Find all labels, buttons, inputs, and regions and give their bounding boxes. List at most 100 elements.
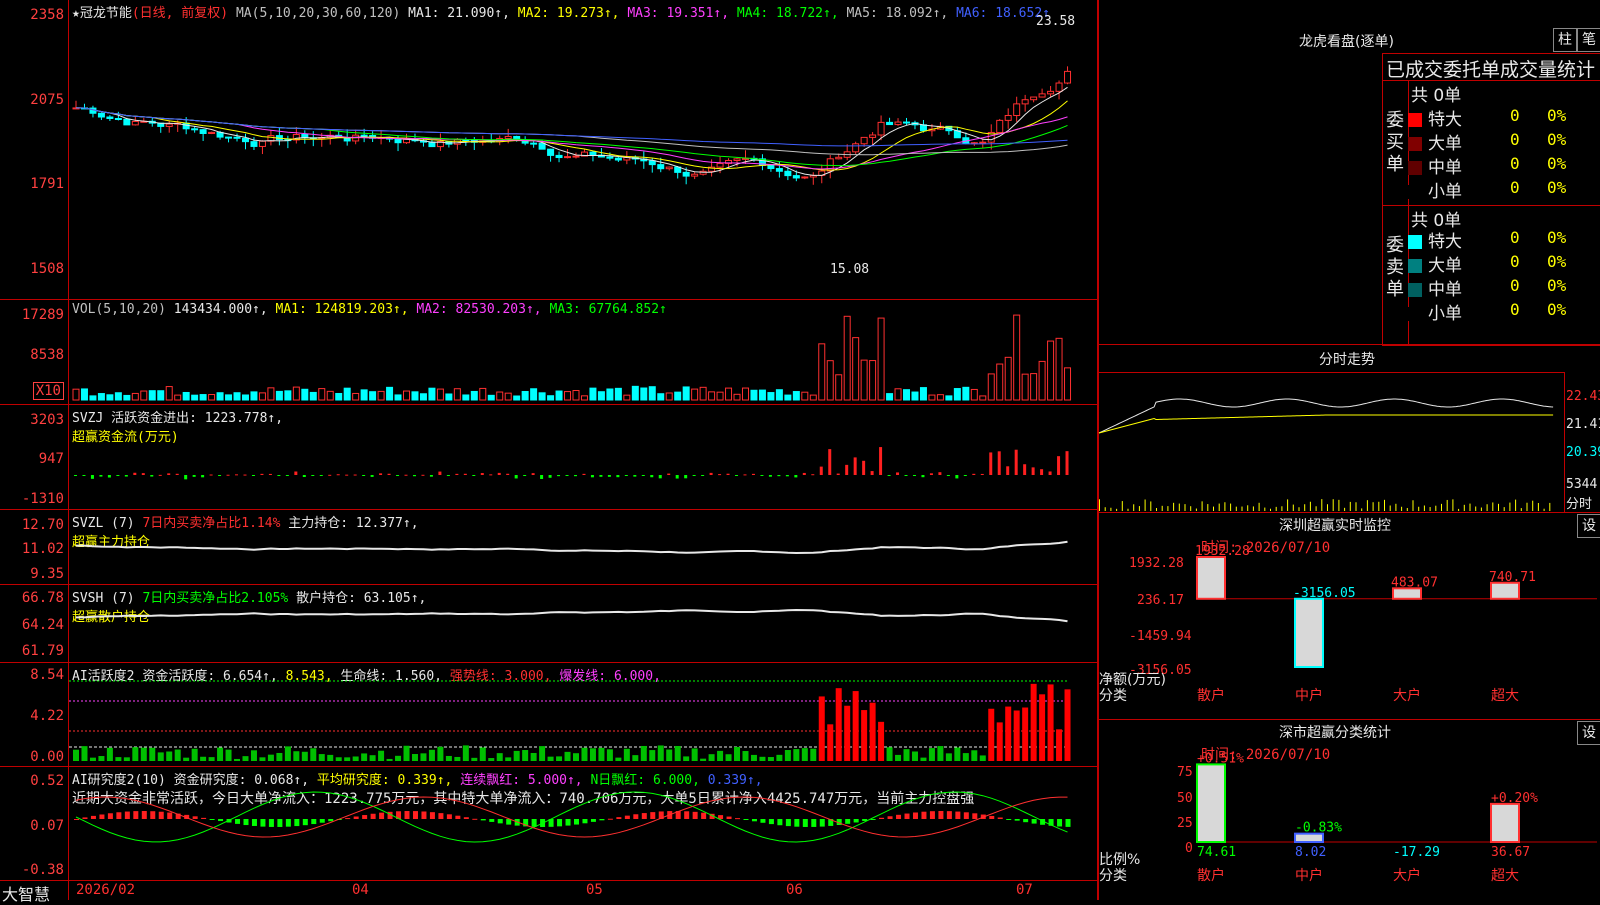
volume-chart[interactable] <box>69 300 1097 404</box>
candle-body <box>835 156 843 160</box>
fund-flow-bar <box>777 475 781 477</box>
ai-active-bar <box>310 748 317 761</box>
order-row-label: 小单 <box>1408 299 1462 324</box>
intraday-volume-bar <box>1287 499 1289 511</box>
ai-research-panel[interactable]: 0.52 0.07 -0.38 AI研究度2(10) 资金研究度: 0.068↑… <box>0 767 1097 881</box>
ai-research-bar <box>582 819 588 824</box>
volume-bar <box>547 395 555 401</box>
candle-body <box>428 141 436 148</box>
ai-research-chart[interactable] <box>69 767 1097 880</box>
sz-monitor-value: 483.07 <box>1391 575 1438 590</box>
ai-active-bar <box>115 757 122 761</box>
brand-label[interactable]: 大智慧 <box>2 881 50 905</box>
ai-research-bar <box>1006 819 1012 820</box>
svzl-panel[interactable]: 12.70 11.02 9.35 SVZL (7) 7日内买卖净占比1.14% … <box>0 510 1097 585</box>
candle-body <box>903 121 911 124</box>
volume-bar <box>580 395 588 401</box>
ai-research-bar <box>201 817 207 819</box>
sz-monitor-panel[interactable]: 深圳超赢实时监控 设 时间: 2026/07/10 1932.28 236.17… <box>1099 512 1600 720</box>
price-y-label: 2358 <box>30 7 64 23</box>
fund-flow-bar <box>972 473 976 475</box>
ai-active-bar <box>1047 684 1054 761</box>
intraday-chart[interactable] <box>1098 373 1564 513</box>
intraday-panel[interactable]: 分时走势 22.43 21.41 20.39 5344 分时 <box>1098 344 1600 513</box>
intraday-volume-bar <box>1401 506 1403 511</box>
volume-bar <box>411 391 419 401</box>
fund-flow-bar <box>158 474 162 476</box>
sz-monitor-value: -3156.05 <box>1293 586 1356 601</box>
order-row-label: 特大 <box>1408 227 1462 252</box>
volume-panel[interactable]: 17289 8538 X10 VOL(5,10,20) 143434.000↑,… <box>0 300 1097 405</box>
x-label: 07 <box>1016 882 1033 898</box>
order-mode-button[interactable]: 笔 <box>1577 28 1600 52</box>
ai-active-bar <box>259 757 266 761</box>
fund-flow-bar <box>531 473 535 475</box>
volume-bar <box>89 395 97 401</box>
volume-bar <box>487 394 495 401</box>
intraday-volume-bar <box>1509 502 1511 511</box>
bar-mode-button[interactable]: 柱 <box>1553 28 1577 52</box>
sz-monitor-chart[interactable]: 1932.28 -3156.05 483.07 740.71 <box>1195 544 1597 687</box>
volume-bar <box>682 386 690 401</box>
candle-body <box>979 141 987 144</box>
ai-research-bar <box>412 811 418 819</box>
svzj-panel[interactable]: 3203 947 -1310 SVZJ 活跃资金进出: 1223.778↑, 超… <box>0 405 1097 510</box>
volume-bar <box>767 392 775 401</box>
fund-flow-chart[interactable] <box>69 405 1097 509</box>
ai-research-bar <box>311 819 317 825</box>
volume-bar <box>894 388 902 401</box>
price-y-label: 1791 <box>30 176 64 192</box>
intraday-volume-bar <box>1395 503 1397 511</box>
ai-research-bar <box>557 819 563 827</box>
fund-flow-bar <box>387 473 391 475</box>
volume-bar <box>979 395 987 401</box>
ai-research-bar <box>302 819 308 826</box>
ai-research-bar <box>489 819 495 822</box>
volume-bar <box>809 394 817 401</box>
volume-bar <box>775 389 783 401</box>
volume-bar <box>843 315 851 401</box>
ai-research-bar <box>1023 819 1029 823</box>
retail-holding-chart[interactable] <box>69 585 1097 662</box>
ai-active-bar <box>920 757 927 761</box>
ai-research-bar <box>624 815 630 819</box>
ai-active-bar <box>657 745 664 761</box>
ai-research-bar <box>938 811 944 819</box>
ai-active-bar <box>1005 706 1012 761</box>
sz-monitor-category: 中户 <box>1295 688 1323 704</box>
volume-bar <box>403 390 411 401</box>
ai-active-bar <box>691 748 698 761</box>
fund-flow-bar <box>658 475 662 479</box>
candle-body <box>716 162 724 168</box>
sz-classify-value: 74.61 <box>1197 845 1236 860</box>
volume-bar <box>699 386 707 401</box>
volume-y-label: 17289 <box>21 307 64 323</box>
volume-bar <box>945 395 953 401</box>
volume-bar <box>123 394 131 401</box>
order-type-label: 中单 <box>1428 158 1462 178</box>
ai-research-bar <box>853 819 859 823</box>
ai-research-bar <box>972 813 978 819</box>
candlestick-chart[interactable] <box>69 0 1097 299</box>
ai-active-panel[interactable]: 8.54 4.22 0.00 AI活跃度2 资金活跃度: 6.654↑, 8.5… <box>0 663 1097 767</box>
fund-flow-bar <box>1048 471 1052 475</box>
ai-active-bar <box>284 746 291 761</box>
ai-active-chart[interactable] <box>69 663 1097 766</box>
sz-monitor-settings-button[interactable]: 设 <box>1577 514 1600 538</box>
intraday-y-label: 20.39 <box>1566 445 1600 460</box>
candle-body <box>114 117 122 120</box>
volume-bar <box>225 394 233 401</box>
volume-bar <box>903 389 911 401</box>
order-count: 0 <box>1510 154 1520 173</box>
ai-active-bar <box>750 754 757 761</box>
sz-classify-chart[interactable]: +0.51% 74.61 -0.83% 8.02 -17.29 +0.20% 36.67 <box>1196 742 1597 862</box>
sz-monitor-y-label: 1932.28 <box>1129 556 1184 571</box>
sz-classify-panel[interactable]: 深市超赢分类统计 设 时间: 2026/07/10 75 50 25 0 比例%… <box>1099 719 1600 901</box>
price-panel[interactable]: 2358 2075 1791 1508 ★冠龙节能(日线, 前复权) MA(5,… <box>0 0 1097 300</box>
sz-monitor-y-label: -1459.94 <box>1129 629 1192 644</box>
candle-body <box>894 121 902 126</box>
candle-body <box>208 131 216 134</box>
main-holding-chart[interactable] <box>69 510 1097 584</box>
ai-active-bar <box>420 753 427 761</box>
svsh-panel[interactable]: 66.78 64.24 61.79 SVSH (7) 7日内买卖净占比2.105… <box>0 585 1097 663</box>
